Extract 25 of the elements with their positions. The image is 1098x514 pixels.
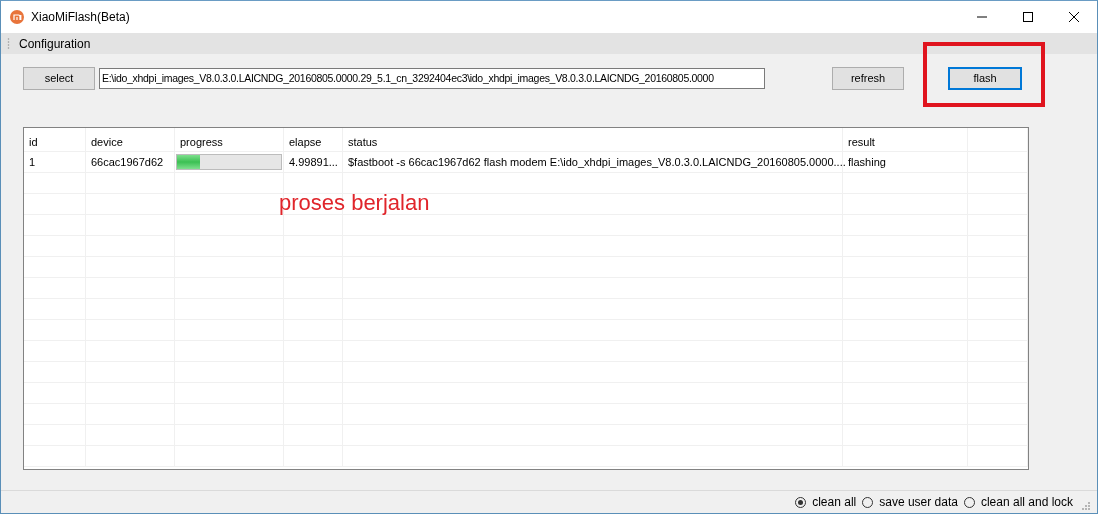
column-header: result [843, 128, 968, 151]
path-field[interactable]: E:\ido_xhdpi_images_V8.0.3.0.LAICNDG_20160805.0000.29_5.1_cn_3292404ec3\ido_xhdpi_images_V8.0.3.0.LAICNDG_20160805.0000 [99, 67, 765, 89]
column-header: elapse [284, 128, 343, 151]
maximize-icon[interactable] [1022, 11, 1034, 23]
table-cell: $fastboot -s 66cac1967d62 flash modem E:\ido_xhdpi_images_V8.0.3.0.LAICNDG_20160805.0000.... [343, 152, 843, 172]
resize-grip-icon [1081, 501, 1091, 511]
column-header: id [24, 128, 86, 151]
grip-icon [7, 36, 10, 51]
table-cell: 1 [24, 152, 86, 172]
radio-option[interactable]: clean all and lock [963, 495, 1073, 509]
close-icon[interactable] [1068, 11, 1080, 23]
flash-button[interactable]: flash [948, 66, 1022, 90]
app-logo-icon [10, 10, 24, 24]
radio-option[interactable]: clean all [795, 495, 857, 509]
window-title: XiaoMiFlash(Beta) [31, 10, 130, 24]
column-header: status [343, 128, 843, 151]
column-header: progress [175, 128, 284, 151]
table-cell: 66cac1967d62 [86, 152, 175, 172]
refresh-button[interactable]: refresh [832, 66, 904, 90]
radio-option[interactable]: save user data [862, 495, 958, 509]
column-header: device [86, 128, 175, 151]
menu-item[interactable]: Configuration [19, 36, 91, 51]
table-cell: 4.99891... [284, 152, 343, 172]
annotation-text: proses berjalan [279, 190, 430, 216]
select-button[interactable]: select [23, 66, 95, 90]
